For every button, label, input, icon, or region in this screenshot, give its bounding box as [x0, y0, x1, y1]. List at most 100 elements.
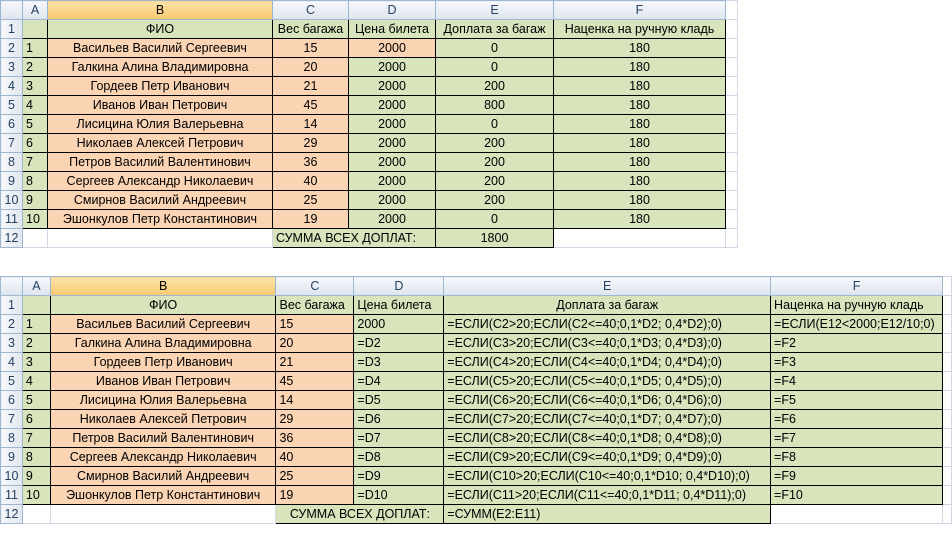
cell[interactable]: 3 — [22, 76, 48, 96]
cell[interactable]: 180 — [553, 76, 726, 96]
cell[interactable]: =ЕСЛИ(C8>20;ЕСЛИ(C8<=40;0,1*D8; 0,4*D8);… — [443, 428, 772, 448]
row-header[interactable]: 5 — [0, 95, 23, 115]
cell[interactable]: Сергеев Александр Николаевич — [49, 447, 277, 467]
cell[interactable]: =ЕСЛИ(C9>20;ЕСЛИ(C9<=40;0,1*D9; 0,4*D9);… — [443, 447, 772, 467]
cell[interactable]: 21 — [272, 76, 349, 96]
cell[interactable]: =D7 — [353, 428, 445, 448]
cell[interactable]: 40 — [272, 171, 349, 191]
cell[interactable]: Лисицина Юлия Валерьевна — [49, 390, 277, 410]
cell[interactable]: 6 — [21, 409, 51, 429]
cell[interactable]: 2000 — [348, 38, 436, 58]
header-cell-markup[interactable]: Наценка на ручную кладь — [553, 19, 726, 39]
cell[interactable]: =ЕСЛИ(C7>20;ЕСЛИ(C7<=40;0,1*D7; 0,4*D7);… — [443, 409, 772, 429]
cell[interactable] — [941, 295, 952, 315]
cell[interactable]: =F5 — [770, 390, 943, 410]
cell[interactable]: Лисицина Юлия Валерьевна — [47, 114, 273, 134]
cell[interactable]: 180 — [553, 133, 726, 153]
cell[interactable] — [22, 228, 48, 248]
cell[interactable]: Сергеев Александр Николаевич — [47, 171, 273, 191]
cell[interactable] — [21, 504, 51, 524]
cell[interactable]: Васильев Василий Сергеевич — [47, 38, 273, 58]
cell[interactable]: 9 — [22, 190, 48, 210]
cell[interactable]: =D8 — [353, 447, 445, 467]
cell[interactable]: 25 — [272, 190, 349, 210]
cell[interactable]: Иванов Иван Петрович — [49, 371, 277, 391]
cell[interactable]: 5 — [21, 390, 51, 410]
column-header-e[interactable]: E — [443, 276, 772, 296]
row-header[interactable]: 7 — [0, 133, 23, 153]
column-header-b[interactable]: B — [47, 0, 273, 20]
cell[interactable]: Эшонкулов Петр Константинович — [49, 485, 277, 505]
cell[interactable]: 14 — [272, 114, 349, 134]
row-header[interactable]: 8 — [0, 152, 23, 172]
cell[interactable]: =ЕСЛИ(C4>20;ЕСЛИ(C4<=40;0,1*D4; 0,4*D4);… — [443, 352, 772, 372]
cell[interactable]: 180 — [553, 38, 726, 58]
cell[interactable]: =ЕСЛИ(C2>20;ЕСЛИ(C2<=40;0,1*D2; 0,4*D2);… — [443, 314, 772, 334]
cell[interactable] — [49, 504, 277, 524]
total-label[interactable]: СУММА ВСЕХ ДОПЛАТ: — [275, 504, 445, 524]
cell[interactable]: 45 — [272, 95, 349, 115]
row-header[interactable]: 12 — [0, 504, 23, 524]
cell[interactable]: 180 — [553, 209, 726, 229]
cell[interactable]: =ЕСЛИ(C10>20;ЕСЛИ(C10<=40;0,1*D10; 0,4*D… — [443, 466, 772, 486]
cell[interactable]: 45 — [275, 371, 355, 391]
cell[interactable] — [941, 466, 952, 486]
cell[interactable]: 200 — [435, 133, 554, 153]
cell[interactable]: 25 — [275, 466, 355, 486]
row-header[interactable]: 3 — [0, 57, 23, 77]
cell[interactable] — [725, 228, 738, 248]
cell[interactable]: 19 — [275, 485, 355, 505]
cell[interactable] — [725, 0, 738, 20]
cell[interactable]: 180 — [553, 114, 726, 134]
cell[interactable]: 9 — [21, 466, 51, 486]
column-header-b[interactable]: B — [49, 276, 277, 296]
cell[interactable] — [941, 447, 952, 467]
row-header[interactable]: 2 — [0, 314, 23, 334]
column-header-d[interactable]: D — [348, 0, 436, 20]
row-header[interactable]: 12 — [0, 228, 23, 248]
select-all-corner[interactable] — [0, 276, 23, 296]
header-cell-surcharge[interactable]: Доплата за багаж — [435, 19, 554, 39]
row-header[interactable]: 7 — [0, 409, 23, 429]
cell[interactable]: 2 — [21, 333, 51, 353]
total-value[interactable]: =СУММ(E2:E11) — [443, 504, 772, 524]
cell[interactable] — [941, 390, 952, 410]
row-header[interactable]: 4 — [0, 352, 23, 372]
cell[interactable]: 2000 — [348, 114, 436, 134]
cell[interactable]: 180 — [553, 57, 726, 77]
cell[interactable]: 800 — [435, 95, 554, 115]
cell[interactable]: Иванов Иван Петрович — [47, 95, 273, 115]
cell[interactable]: 1 — [21, 314, 51, 334]
cell[interactable]: =ЕСЛИ(C3>20;ЕСЛИ(C3<=40;0,1*D3; 0,4*D3);… — [443, 333, 772, 353]
cell[interactable]: 200 — [435, 152, 554, 172]
cell[interactable] — [941, 485, 952, 505]
cell[interactable]: Галкина Алина Владимировна — [47, 57, 273, 77]
row-header[interactable]: 10 — [0, 190, 23, 210]
cell[interactable]: 180 — [553, 152, 726, 172]
cell[interactable] — [770, 504, 943, 524]
row-header[interactable]: 11 — [0, 209, 23, 229]
cell[interactable]: Смирнов Василий Андреевич — [49, 466, 277, 486]
row-header[interactable]: 4 — [0, 76, 23, 96]
row-header[interactable]: 1 — [0, 19, 23, 39]
cell[interactable]: 2 — [22, 57, 48, 77]
cell[interactable]: 0 — [435, 38, 554, 58]
cell[interactable] — [941, 352, 952, 372]
cell[interactable] — [21, 295, 51, 315]
cell[interactable]: 21 — [275, 352, 355, 372]
cell[interactable]: 29 — [272, 133, 349, 153]
cell[interactable]: 15 — [272, 38, 349, 58]
cell[interactable]: =D2 — [353, 333, 445, 353]
cell[interactable] — [725, 152, 738, 172]
cell[interactable]: 2000 — [348, 190, 436, 210]
cell[interactable]: =F2 — [770, 333, 943, 353]
cell[interactable]: =ЕСЛИ(C5>20;ЕСЛИ(C5<=40;0,1*D5; 0,4*D5);… — [443, 371, 772, 391]
cell[interactable] — [941, 314, 952, 334]
cell[interactable] — [941, 371, 952, 391]
cell[interactable]: =F10 — [770, 485, 943, 505]
cell[interactable] — [725, 76, 738, 96]
cell[interactable]: 2000 — [348, 95, 436, 115]
cell[interactable]: Васильев Василий Сергеевич — [49, 314, 277, 334]
cell[interactable]: 36 — [275, 428, 355, 448]
header-cell-weight[interactable]: Вес багажа — [272, 19, 349, 39]
